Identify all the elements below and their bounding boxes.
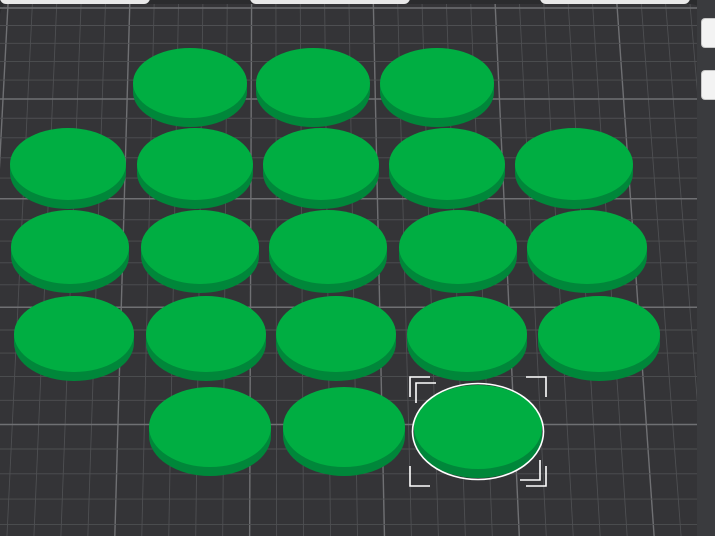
disc-top <box>11 210 129 284</box>
disc-top <box>269 210 387 284</box>
disc-object[interactable] <box>256 48 370 127</box>
build-plate-scene[interactable] <box>0 0 715 536</box>
disc-top <box>276 296 396 372</box>
disc-object[interactable] <box>149 387 271 476</box>
disc-object[interactable] <box>414 385 542 478</box>
disc-top <box>380 48 494 118</box>
disc-top <box>263 128 379 200</box>
disc-object[interactable] <box>515 128 633 209</box>
disc-top <box>133 48 247 118</box>
disc-object[interactable] <box>527 210 647 293</box>
disc-object[interactable] <box>283 387 405 476</box>
disc-object[interactable] <box>141 210 259 293</box>
3d-viewport[interactable] <box>0 0 715 536</box>
disc-top <box>10 128 126 200</box>
disc-object[interactable] <box>538 296 660 381</box>
disc-top <box>515 128 633 200</box>
side-panel <box>697 0 715 536</box>
disc-object[interactable] <box>10 128 126 209</box>
disc-object[interactable] <box>380 48 494 127</box>
disc-object[interactable] <box>276 296 396 381</box>
disc-top <box>146 296 266 372</box>
disc-top <box>407 296 527 372</box>
disc-top <box>14 296 134 372</box>
disc-top <box>527 210 647 284</box>
disc-top <box>283 387 405 467</box>
disc-object[interactable] <box>146 296 266 381</box>
disc-object[interactable] <box>137 128 253 209</box>
disc-object[interactable] <box>263 128 379 209</box>
disc-object[interactable] <box>14 296 134 381</box>
disc-top <box>141 210 259 284</box>
disc-top <box>399 210 517 284</box>
panel-button[interactable] <box>701 70 715 100</box>
disc-top <box>414 385 542 469</box>
disc-object[interactable] <box>269 210 387 293</box>
disc-top <box>137 128 253 200</box>
disc-object[interactable] <box>389 128 505 209</box>
disc-top <box>256 48 370 118</box>
panel-button[interactable] <box>701 18 715 48</box>
disc-top <box>149 387 271 467</box>
disc-top <box>389 128 505 200</box>
disc-object[interactable] <box>11 210 129 293</box>
disc-top <box>538 296 660 372</box>
disc-object[interactable] <box>407 296 527 381</box>
disc-object[interactable] <box>399 210 517 293</box>
disc-object[interactable] <box>133 48 247 127</box>
